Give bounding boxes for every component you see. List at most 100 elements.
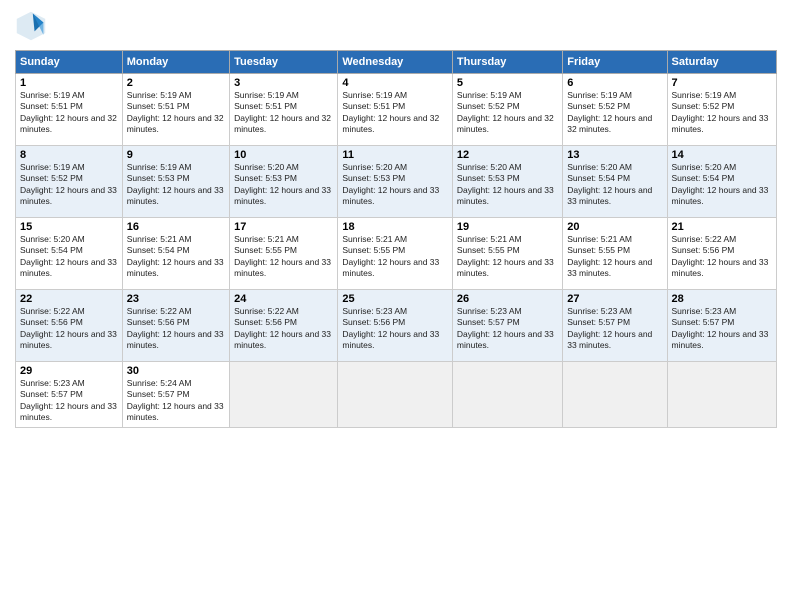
day-number: 2 [127, 77, 225, 89]
calendar-cell: 14Sunrise: 5:20 AMSunset: 5:54 PMDayligh… [667, 146, 776, 218]
day-number: 4 [342, 77, 448, 89]
day-detail: Sunrise: 5:23 AMSunset: 5:57 PMDaylight:… [567, 306, 662, 352]
calendar-cell: 19Sunrise: 5:21 AMSunset: 5:55 PMDayligh… [452, 218, 562, 290]
day-number: 9 [127, 149, 225, 161]
day-number: 12 [457, 149, 558, 161]
day-header-friday: Friday [563, 51, 667, 74]
day-number: 23 [127, 293, 225, 305]
day-number: 15 [20, 221, 118, 233]
day-header-sunday: Sunday [16, 51, 123, 74]
day-detail: Sunrise: 5:24 AMSunset: 5:57 PMDaylight:… [127, 378, 225, 424]
calendar-cell [667, 362, 776, 428]
logo-icon [15, 10, 47, 42]
calendar-cell: 26Sunrise: 5:23 AMSunset: 5:57 PMDayligh… [452, 290, 562, 362]
day-number: 1 [20, 77, 118, 89]
calendar-week-row: 1Sunrise: 5:19 AMSunset: 5:51 PMDaylight… [16, 74, 777, 146]
day-detail: Sunrise: 5:19 AMSunset: 5:52 PMDaylight:… [457, 90, 558, 136]
calendar-cell: 4Sunrise: 5:19 AMSunset: 5:51 PMDaylight… [338, 74, 453, 146]
day-number: 5 [457, 77, 558, 89]
day-detail: Sunrise: 5:20 AMSunset: 5:53 PMDaylight:… [457, 162, 558, 208]
day-number: 26 [457, 293, 558, 305]
day-detail: Sunrise: 5:19 AMSunset: 5:51 PMDaylight:… [234, 90, 333, 136]
calendar-cell: 7Sunrise: 5:19 AMSunset: 5:52 PMDaylight… [667, 74, 776, 146]
day-number: 7 [672, 77, 772, 89]
calendar-cell: 22Sunrise: 5:22 AMSunset: 5:56 PMDayligh… [16, 290, 123, 362]
day-number: 17 [234, 221, 333, 233]
calendar-cell: 25Sunrise: 5:23 AMSunset: 5:56 PMDayligh… [338, 290, 453, 362]
day-header-monday: Monday [122, 51, 229, 74]
page: SundayMondayTuesdayWednesdayThursdayFrid… [0, 0, 792, 612]
calendar-cell [563, 362, 667, 428]
calendar-cell: 24Sunrise: 5:22 AMSunset: 5:56 PMDayligh… [230, 290, 338, 362]
day-detail: Sunrise: 5:19 AMSunset: 5:51 PMDaylight:… [20, 90, 118, 136]
day-number: 21 [672, 221, 772, 233]
day-detail: Sunrise: 5:21 AMSunset: 5:55 PMDaylight:… [567, 234, 662, 280]
day-detail: Sunrise: 5:20 AMSunset: 5:54 PMDaylight:… [20, 234, 118, 280]
day-number: 25 [342, 293, 448, 305]
calendar-cell: 18Sunrise: 5:21 AMSunset: 5:55 PMDayligh… [338, 218, 453, 290]
day-detail: Sunrise: 5:22 AMSunset: 5:56 PMDaylight:… [234, 306, 333, 352]
day-number: 19 [457, 221, 558, 233]
calendar-week-row: 29Sunrise: 5:23 AMSunset: 5:57 PMDayligh… [16, 362, 777, 428]
calendar-cell: 15Sunrise: 5:20 AMSunset: 5:54 PMDayligh… [16, 218, 123, 290]
day-detail: Sunrise: 5:19 AMSunset: 5:53 PMDaylight:… [127, 162, 225, 208]
day-number: 6 [567, 77, 662, 89]
calendar-cell: 5Sunrise: 5:19 AMSunset: 5:52 PMDaylight… [452, 74, 562, 146]
day-detail: Sunrise: 5:21 AMSunset: 5:54 PMDaylight:… [127, 234, 225, 280]
calendar-cell: 8Sunrise: 5:19 AMSunset: 5:52 PMDaylight… [16, 146, 123, 218]
day-number: 30 [127, 365, 225, 377]
calendar-week-row: 8Sunrise: 5:19 AMSunset: 5:52 PMDaylight… [16, 146, 777, 218]
day-detail: Sunrise: 5:21 AMSunset: 5:55 PMDaylight:… [234, 234, 333, 280]
day-detail: Sunrise: 5:23 AMSunset: 5:57 PMDaylight:… [20, 378, 118, 424]
day-detail: Sunrise: 5:20 AMSunset: 5:54 PMDaylight:… [672, 162, 772, 208]
calendar-cell: 20Sunrise: 5:21 AMSunset: 5:55 PMDayligh… [563, 218, 667, 290]
calendar-cell: 30Sunrise: 5:24 AMSunset: 5:57 PMDayligh… [122, 362, 229, 428]
day-detail: Sunrise: 5:19 AMSunset: 5:51 PMDaylight:… [342, 90, 448, 136]
calendar-cell: 11Sunrise: 5:20 AMSunset: 5:53 PMDayligh… [338, 146, 453, 218]
day-detail: Sunrise: 5:19 AMSunset: 5:52 PMDaylight:… [567, 90, 662, 136]
calendar-cell: 13Sunrise: 5:20 AMSunset: 5:54 PMDayligh… [563, 146, 667, 218]
day-detail: Sunrise: 5:20 AMSunset: 5:53 PMDaylight:… [234, 162, 333, 208]
day-number: 10 [234, 149, 333, 161]
day-number: 16 [127, 221, 225, 233]
day-number: 18 [342, 221, 448, 233]
day-header-thursday: Thursday [452, 51, 562, 74]
day-detail: Sunrise: 5:23 AMSunset: 5:56 PMDaylight:… [342, 306, 448, 352]
day-number: 11 [342, 149, 448, 161]
calendar-cell: 23Sunrise: 5:22 AMSunset: 5:56 PMDayligh… [122, 290, 229, 362]
day-header-saturday: Saturday [667, 51, 776, 74]
calendar-cell [338, 362, 453, 428]
calendar-week-row: 15Sunrise: 5:20 AMSunset: 5:54 PMDayligh… [16, 218, 777, 290]
header [15, 10, 777, 42]
day-header-wednesday: Wednesday [338, 51, 453, 74]
calendar-cell: 1Sunrise: 5:19 AMSunset: 5:51 PMDaylight… [16, 74, 123, 146]
calendar-header-row: SundayMondayTuesdayWednesdayThursdayFrid… [16, 51, 777, 74]
day-number: 14 [672, 149, 772, 161]
calendar-cell: 9Sunrise: 5:19 AMSunset: 5:53 PMDaylight… [122, 146, 229, 218]
day-number: 3 [234, 77, 333, 89]
calendar-cell: 10Sunrise: 5:20 AMSunset: 5:53 PMDayligh… [230, 146, 338, 218]
day-number: 29 [20, 365, 118, 377]
day-number: 24 [234, 293, 333, 305]
day-number: 8 [20, 149, 118, 161]
day-detail: Sunrise: 5:23 AMSunset: 5:57 PMDaylight:… [457, 306, 558, 352]
day-number: 28 [672, 293, 772, 305]
day-detail: Sunrise: 5:19 AMSunset: 5:51 PMDaylight:… [127, 90, 225, 136]
day-detail: Sunrise: 5:19 AMSunset: 5:52 PMDaylight:… [672, 90, 772, 136]
day-detail: Sunrise: 5:21 AMSunset: 5:55 PMDaylight:… [457, 234, 558, 280]
day-detail: Sunrise: 5:20 AMSunset: 5:54 PMDaylight:… [567, 162, 662, 208]
calendar-cell: 28Sunrise: 5:23 AMSunset: 5:57 PMDayligh… [667, 290, 776, 362]
day-detail: Sunrise: 5:20 AMSunset: 5:53 PMDaylight:… [342, 162, 448, 208]
day-header-tuesday: Tuesday [230, 51, 338, 74]
calendar-week-row: 22Sunrise: 5:22 AMSunset: 5:56 PMDayligh… [16, 290, 777, 362]
calendar-cell: 3Sunrise: 5:19 AMSunset: 5:51 PMDaylight… [230, 74, 338, 146]
day-number: 27 [567, 293, 662, 305]
day-number: 20 [567, 221, 662, 233]
calendar-cell: 6Sunrise: 5:19 AMSunset: 5:52 PMDaylight… [563, 74, 667, 146]
day-detail: Sunrise: 5:22 AMSunset: 5:56 PMDaylight:… [672, 234, 772, 280]
day-detail: Sunrise: 5:22 AMSunset: 5:56 PMDaylight:… [20, 306, 118, 352]
day-number: 22 [20, 293, 118, 305]
day-detail: Sunrise: 5:19 AMSunset: 5:52 PMDaylight:… [20, 162, 118, 208]
day-detail: Sunrise: 5:22 AMSunset: 5:56 PMDaylight:… [127, 306, 225, 352]
calendar-cell: 16Sunrise: 5:21 AMSunset: 5:54 PMDayligh… [122, 218, 229, 290]
